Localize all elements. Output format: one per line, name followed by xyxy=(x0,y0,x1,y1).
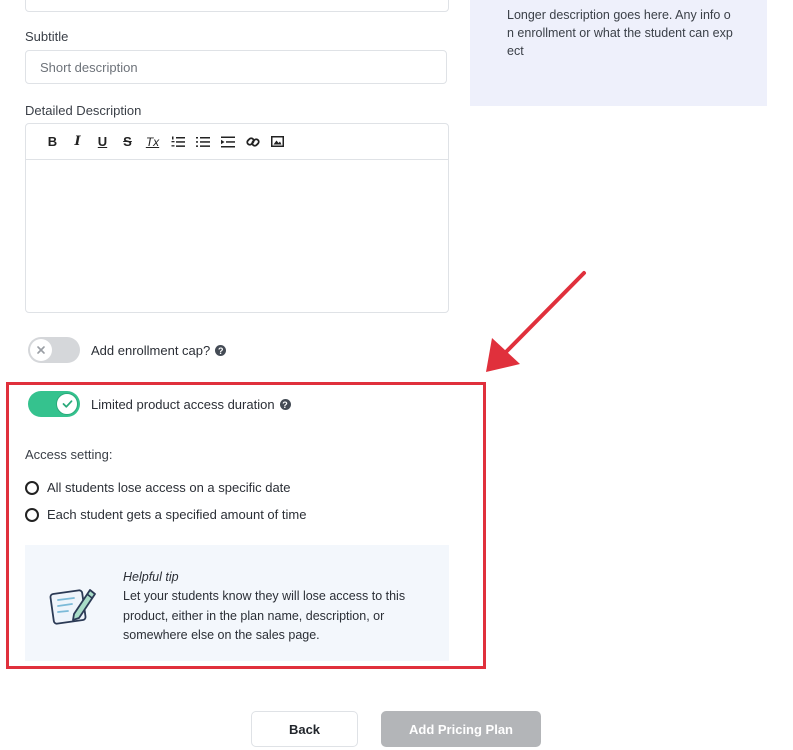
clear-format-button[interactable]: Tx xyxy=(140,131,165,153)
access-option-label: Each student gets a specified amount of … xyxy=(47,507,307,522)
edit-note-icon xyxy=(49,589,96,625)
add-pricing-plan-button[interactable]: Add Pricing Plan xyxy=(381,711,541,747)
help-icon[interactable]: ? xyxy=(215,345,227,356)
radio-button[interactable] xyxy=(25,507,39,522)
bullet-list-icon xyxy=(195,136,210,147)
toggle-knob xyxy=(30,339,52,361)
check-icon xyxy=(62,400,72,408)
italic-icon: I xyxy=(74,134,81,149)
tip-body: Let your students know they will lose ac… xyxy=(123,589,406,642)
link-button[interactable] xyxy=(240,131,265,153)
clear-format-icon: Tx xyxy=(145,134,160,149)
link-icon xyxy=(245,136,260,147)
subtitle-input[interactable] xyxy=(25,50,447,84)
preview-description: Longer description goes here. Any info o… xyxy=(507,8,733,58)
detailed-description-label: Detailed Description xyxy=(25,103,142,118)
toggle-knob xyxy=(56,393,78,415)
image-icon xyxy=(271,136,284,147)
radio-button[interactable] xyxy=(25,480,39,495)
bullet-list-button[interactable] xyxy=(190,131,215,153)
access-option-label: All students lose access on a specific d… xyxy=(47,480,291,495)
enrollment-cap-toggle[interactable] xyxy=(28,337,80,363)
indent-button[interactable] xyxy=(215,131,240,153)
limited-access-text: Limited product access duration xyxy=(91,397,275,412)
indent-icon xyxy=(220,136,235,147)
back-button[interactable]: Back xyxy=(251,711,358,747)
bold-icon: B xyxy=(47,134,58,149)
limited-access-toggle[interactable] xyxy=(28,391,80,417)
editor-toolbar: B I U S Tx xyxy=(26,124,448,160)
help-icon[interactable]: ? xyxy=(279,399,291,410)
subtitle-label: Subtitle xyxy=(25,29,69,44)
strikethrough-icon: S xyxy=(123,134,132,149)
annotation-arrow xyxy=(486,271,586,372)
underline-button[interactable]: U xyxy=(90,131,115,153)
x-icon xyxy=(37,346,45,354)
limited-access-label: Limited product access duration ? xyxy=(91,397,291,412)
title-input[interactable] xyxy=(25,0,449,12)
underline-icon: U xyxy=(97,134,108,149)
image-button[interactable] xyxy=(265,131,290,153)
enrollment-cap-text: Add enrollment cap? xyxy=(91,343,211,358)
enrollment-cap-label: Add enrollment cap? ? xyxy=(91,343,227,358)
access-option-amount-of-time[interactable]: Each student gets a specified amount of … xyxy=(25,507,306,522)
access-setting-heading: Access setting: xyxy=(25,447,113,462)
italic-button[interactable]: I xyxy=(65,131,90,153)
bold-button[interactable]: B xyxy=(40,131,65,153)
ordered-list-button[interactable] xyxy=(165,131,190,153)
access-option-specific-date[interactable]: All students lose access on a specific d… xyxy=(25,480,291,495)
strikethrough-button[interactable]: S xyxy=(115,131,140,153)
ordered-list-icon xyxy=(171,136,185,147)
tip-title: Helpful tip xyxy=(123,570,179,584)
